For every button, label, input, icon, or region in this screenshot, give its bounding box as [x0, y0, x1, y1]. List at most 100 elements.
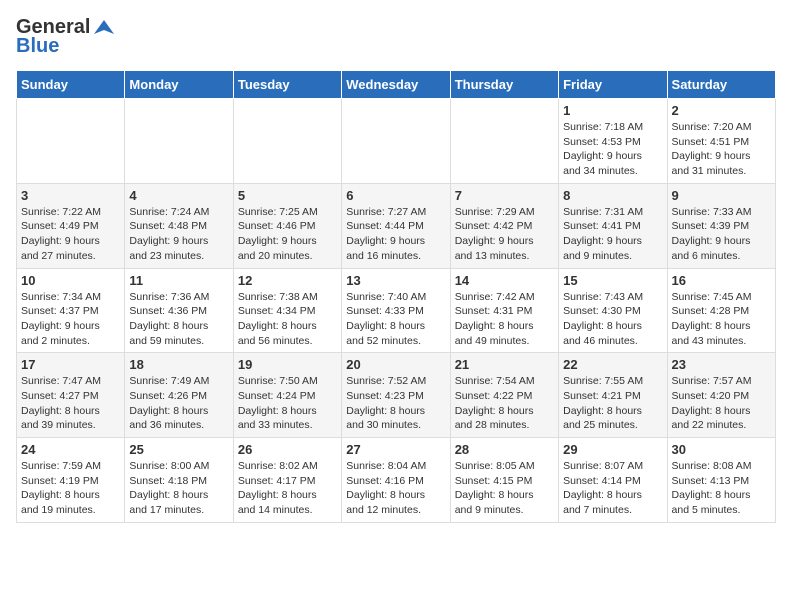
calendar-cell [342, 99, 450, 184]
day-number: 18 [129, 357, 228, 372]
calendar-cell: 25 Sunrise: 8:00 AM Sunset: 4:18 PM Dayli… [125, 438, 233, 523]
day-number: 28 [455, 442, 554, 457]
day-number: 15 [563, 273, 662, 288]
weekday-header-tuesday: Tuesday [233, 71, 341, 99]
day-info: Sunrise: 7:34 AM Sunset: 4:37 PM Dayligh… [21, 290, 120, 349]
calendar-cell: 27 Sunrise: 8:04 AM Sunset: 4:16 PM Dayli… [342, 438, 450, 523]
day-number: 22 [563, 357, 662, 372]
day-info: Sunrise: 7:24 AM Sunset: 4:48 PM Dayligh… [129, 205, 228, 264]
calendar-cell [450, 99, 558, 184]
weekday-header-wednesday: Wednesday [342, 71, 450, 99]
day-number: 30 [672, 442, 771, 457]
calendar-cell: 15 Sunrise: 7:43 AM Sunset: 4:30 PM Dayli… [559, 268, 667, 353]
logo-blue: Blue [16, 35, 59, 58]
day-number: 25 [129, 442, 228, 457]
calendar-cell: 19 Sunrise: 7:50 AM Sunset: 4:24 PM Dayli… [233, 353, 341, 438]
day-info: Sunrise: 7:27 AM Sunset: 4:44 PM Dayligh… [346, 205, 445, 264]
day-info: Sunrise: 7:55 AM Sunset: 4:21 PM Dayligh… [563, 374, 662, 433]
day-info: Sunrise: 7:18 AM Sunset: 4:53 PM Dayligh… [563, 120, 662, 179]
calendar-cell: 11 Sunrise: 7:36 AM Sunset: 4:36 PM Dayli… [125, 268, 233, 353]
calendar-cell: 3Sunrise: 7:22 AM Sunset: 4:49 PM Daylig… [17, 183, 125, 268]
calendar-cell: 29 Sunrise: 8:07 AM Sunset: 4:14 PM Dayli… [559, 438, 667, 523]
calendar-cell: 8Sunrise: 7:31 AM Sunset: 4:41 PM Daylig… [559, 183, 667, 268]
calendar-table: SundayMondayTuesdayWednesdayThursdayFrid… [16, 70, 776, 523]
calendar-cell: 12 Sunrise: 7:38 AM Sunset: 4:34 PM Dayli… [233, 268, 341, 353]
logo-bird-icon [94, 18, 114, 38]
day-info: Sunrise: 8:08 AM Sunset: 4:13 PM Dayligh… [672, 459, 771, 518]
day-number: 4 [129, 188, 228, 203]
day-info: Sunrise: 7:59 AM Sunset: 4:19 PM Dayligh… [21, 459, 120, 518]
day-number: 9 [672, 188, 771, 203]
day-number: 27 [346, 442, 445, 457]
calendar-cell: 16 Sunrise: 7:45 AM Sunset: 4:28 PM Dayli… [667, 268, 775, 353]
calendar-cell [17, 99, 125, 184]
day-number: 24 [21, 442, 120, 457]
weekday-header-thursday: Thursday [450, 71, 558, 99]
calendar-cell: 4 Sunrise: 7:24 AM Sunset: 4:48 PM Daylig… [125, 183, 233, 268]
logo: General Blue [16, 16, 114, 58]
header: General Blue [16, 16, 776, 58]
day-number: 12 [238, 273, 337, 288]
calendar-cell: 10 Sunrise: 7:34 AM Sunset: 4:37 PM Dayli… [17, 268, 125, 353]
day-number: 14 [455, 273, 554, 288]
calendar-cell: 22 Sunrise: 7:55 AM Sunset: 4:21 PM Dayli… [559, 353, 667, 438]
day-info: Sunrise: 7:29 AM Sunset: 4:42 PM Dayligh… [455, 205, 554, 264]
day-number: 6 [346, 188, 445, 203]
day-info: Sunrise: 7:42 AM Sunset: 4:31 PM Dayligh… [455, 290, 554, 349]
day-info: Sunrise: 8:07 AM Sunset: 4:14 PM Dayligh… [563, 459, 662, 518]
day-info: Sunrise: 7:45 AM Sunset: 4:28 PM Dayligh… [672, 290, 771, 349]
day-info: Sunrise: 7:33 AM Sunset: 4:39 PM Dayligh… [672, 205, 771, 264]
calendar-cell: 17 Sunrise: 7:47 AM Sunset: 4:27 PM Dayli… [17, 353, 125, 438]
day-info: Sunrise: 7:47 AM Sunset: 4:27 PM Dayligh… [21, 374, 120, 433]
calendar-cell: 6 Sunrise: 7:27 AM Sunset: 4:44 PM Daylig… [342, 183, 450, 268]
day-number: 10 [21, 273, 120, 288]
calendar-cell: 18 Sunrise: 7:49 AM Sunset: 4:26 PM Dayli… [125, 353, 233, 438]
calendar-cell: 20 Sunrise: 7:52 AM Sunset: 4:23 PM Dayli… [342, 353, 450, 438]
day-info: Sunrise: 7:57 AM Sunset: 4:20 PM Dayligh… [672, 374, 771, 433]
calendar-cell: 28 Sunrise: 8:05 AM Sunset: 4:15 PM Dayli… [450, 438, 558, 523]
day-number: 5 [238, 188, 337, 203]
day-info: Sunrise: 7:49 AM Sunset: 4:26 PM Dayligh… [129, 374, 228, 433]
calendar-cell [233, 99, 341, 184]
day-info: Sunrise: 7:36 AM Sunset: 4:36 PM Dayligh… [129, 290, 228, 349]
day-info: Sunrise: 7:25 AM Sunset: 4:46 PM Dayligh… [238, 205, 337, 264]
day-info: Sunrise: 7:31 AM Sunset: 4:41 PM Dayligh… [563, 205, 662, 264]
day-info: Sunrise: 7:54 AM Sunset: 4:22 PM Dayligh… [455, 374, 554, 433]
day-info: Sunrise: 7:20 AM Sunset: 4:51 PM Dayligh… [672, 120, 771, 179]
day-info: Sunrise: 8:04 AM Sunset: 4:16 PM Dayligh… [346, 459, 445, 518]
day-number: 11 [129, 273, 228, 288]
day-number: 13 [346, 273, 445, 288]
calendar-cell: 24 Sunrise: 7:59 AM Sunset: 4:19 PM Dayli… [17, 438, 125, 523]
day-number: 7 [455, 188, 554, 203]
calendar-cell: 26Sunrise: 8:02 AM Sunset: 4:17 PM Dayli… [233, 438, 341, 523]
calendar-cell: 21 Sunrise: 7:54 AM Sunset: 4:22 PM Dayli… [450, 353, 558, 438]
day-number: 19 [238, 357, 337, 372]
day-info: Sunrise: 7:43 AM Sunset: 4:30 PM Dayligh… [563, 290, 662, 349]
day-info: Sunrise: 8:02 AM Sunset: 4:17 PM Dayligh… [238, 459, 337, 518]
day-info: Sunrise: 7:40 AM Sunset: 4:33 PM Dayligh… [346, 290, 445, 349]
weekday-header-monday: Monday [125, 71, 233, 99]
day-number: 17 [21, 357, 120, 372]
calendar-cell: 7 Sunrise: 7:29 AM Sunset: 4:42 PM Daylig… [450, 183, 558, 268]
calendar-cell: 14 Sunrise: 7:42 AM Sunset: 4:31 PM Dayli… [450, 268, 558, 353]
calendar-cell: 1 Sunrise: 7:18 AM Sunset: 4:53 PM Daylig… [559, 99, 667, 184]
day-number: 2 [672, 103, 771, 118]
weekday-header-saturday: Saturday [667, 71, 775, 99]
day-info: Sunrise: 7:38 AM Sunset: 4:34 PM Dayligh… [238, 290, 337, 349]
day-number: 20 [346, 357, 445, 372]
day-info: Sunrise: 7:52 AM Sunset: 4:23 PM Dayligh… [346, 374, 445, 433]
day-number: 16 [672, 273, 771, 288]
calendar-cell: 30 Sunrise: 8:08 AM Sunset: 4:13 PM Dayli… [667, 438, 775, 523]
weekday-header-sunday: Sunday [17, 71, 125, 99]
day-info: Sunrise: 8:00 AM Sunset: 4:18 PM Dayligh… [129, 459, 228, 518]
day-number: 1 [563, 103, 662, 118]
day-info: Sunrise: 7:50 AM Sunset: 4:24 PM Dayligh… [238, 374, 337, 433]
day-number: 21 [455, 357, 554, 372]
day-info: Sunrise: 7:22 AM Sunset: 4:49 PM Dayligh… [21, 205, 120, 264]
calendar-cell: 23 Sunrise: 7:57 AM Sunset: 4:20 PM Dayli… [667, 353, 775, 438]
day-number: 23 [672, 357, 771, 372]
day-number: 29 [563, 442, 662, 457]
day-info: Sunrise: 8:05 AM Sunset: 4:15 PM Dayligh… [455, 459, 554, 518]
calendar-cell: 9 Sunrise: 7:33 AM Sunset: 4:39 PM Daylig… [667, 183, 775, 268]
calendar-cell: 2 Sunrise: 7:20 AM Sunset: 4:51 PM Daylig… [667, 99, 775, 184]
